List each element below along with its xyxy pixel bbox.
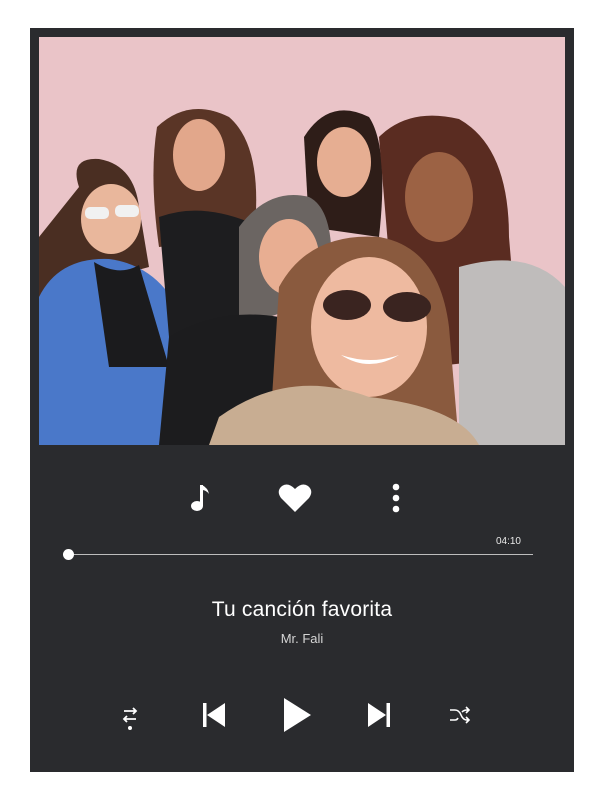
progress-track[interactable] [63, 554, 533, 555]
shuffle-icon[interactable] [448, 704, 472, 726]
next-icon[interactable] [365, 700, 393, 730]
album-artwork [39, 37, 565, 445]
playback-controls [30, 696, 574, 736]
group-illustration [39, 37, 565, 445]
play-icon[interactable] [280, 696, 314, 734]
action-bar [30, 480, 574, 516]
music-note-icon[interactable] [188, 480, 212, 516]
progress-bar[interactable]: 04:10 [62, 536, 533, 560]
progress-knob[interactable] [62, 549, 74, 560]
repeat-icon[interactable] [118, 704, 142, 732]
music-player-card: 04:10 Tu canción favorita Mr. Fali [30, 28, 574, 772]
duration-label: 04:10 [495, 536, 521, 547]
track-artist: Mr. Fali [280, 631, 324, 646]
previous-icon[interactable] [200, 700, 228, 730]
track-title: Tu canción favorita [211, 598, 393, 621]
more-vertical-icon[interactable] [386, 480, 406, 516]
heart-icon[interactable] [277, 480, 313, 516]
